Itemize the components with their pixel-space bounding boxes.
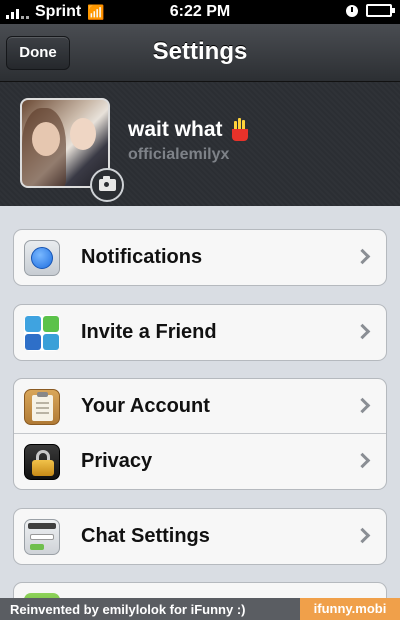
row-label: Your Account [81, 394, 210, 417]
camera-icon[interactable] [90, 168, 124, 202]
profile-header: wait what officialemilyx [0, 82, 400, 206]
page-title: Settings [152, 38, 248, 65]
invite-apps-icon [24, 315, 60, 351]
settings-row-invite-friend[interactable]: Invite a Friend [14, 305, 386, 360]
status-bar: Sprint 📶 6:22 PM [0, 0, 400, 24]
clipboard-icon [24, 389, 60, 425]
chat-settings-icon [24, 519, 60, 555]
chevron-right-icon [354, 397, 371, 414]
notification-dot-icon [24, 240, 60, 276]
settings-group-account: Your Account Privacy [13, 378, 387, 490]
profile-username: officialemilyx [128, 146, 230, 163]
profile-name-text: wait what [128, 118, 223, 141]
settings-row-chat-settings[interactable]: Chat Settings [14, 509, 386, 564]
settings-row-your-account[interactable]: Your Account [14, 379, 386, 434]
padlock-icon [24, 444, 60, 480]
profile-name: wait what [128, 118, 249, 142]
row-label: Invite a Friend [81, 321, 217, 343]
chevron-right-icon [354, 248, 371, 265]
watermark-bar: Reinvented by emilylolok for iFunny :) i… [0, 598, 400, 620]
rotation-lock-icon [346, 4, 358, 17]
row-label: Chat Settings [81, 525, 210, 547]
watermark-brand: ifunny.mobi [300, 598, 400, 620]
chevron-right-icon [354, 452, 371, 469]
row-label: Notifications [81, 246, 203, 268]
settings-row-notifications[interactable]: Notifications [14, 230, 386, 285]
chevron-right-icon [354, 527, 371, 544]
chevron-right-icon [354, 323, 371, 340]
row-label: Privacy [81, 450, 153, 472]
status-time: 6:22 PM [169, 3, 231, 20]
watermark-text: Reinvented by emilylolok for iFunny :) [10, 602, 246, 617]
battery-icon [366, 4, 395, 17]
navigation-bar: Done Settings [0, 24, 400, 82]
settings-group-chat: Chat Settings [13, 508, 387, 565]
settings-group-invite: Invite a Friend [13, 304, 387, 361]
french-fries-icon [231, 118, 249, 141]
settings-group-notifications: Notifications [13, 229, 387, 286]
settings-row-privacy[interactable]: Privacy [14, 434, 386, 489]
